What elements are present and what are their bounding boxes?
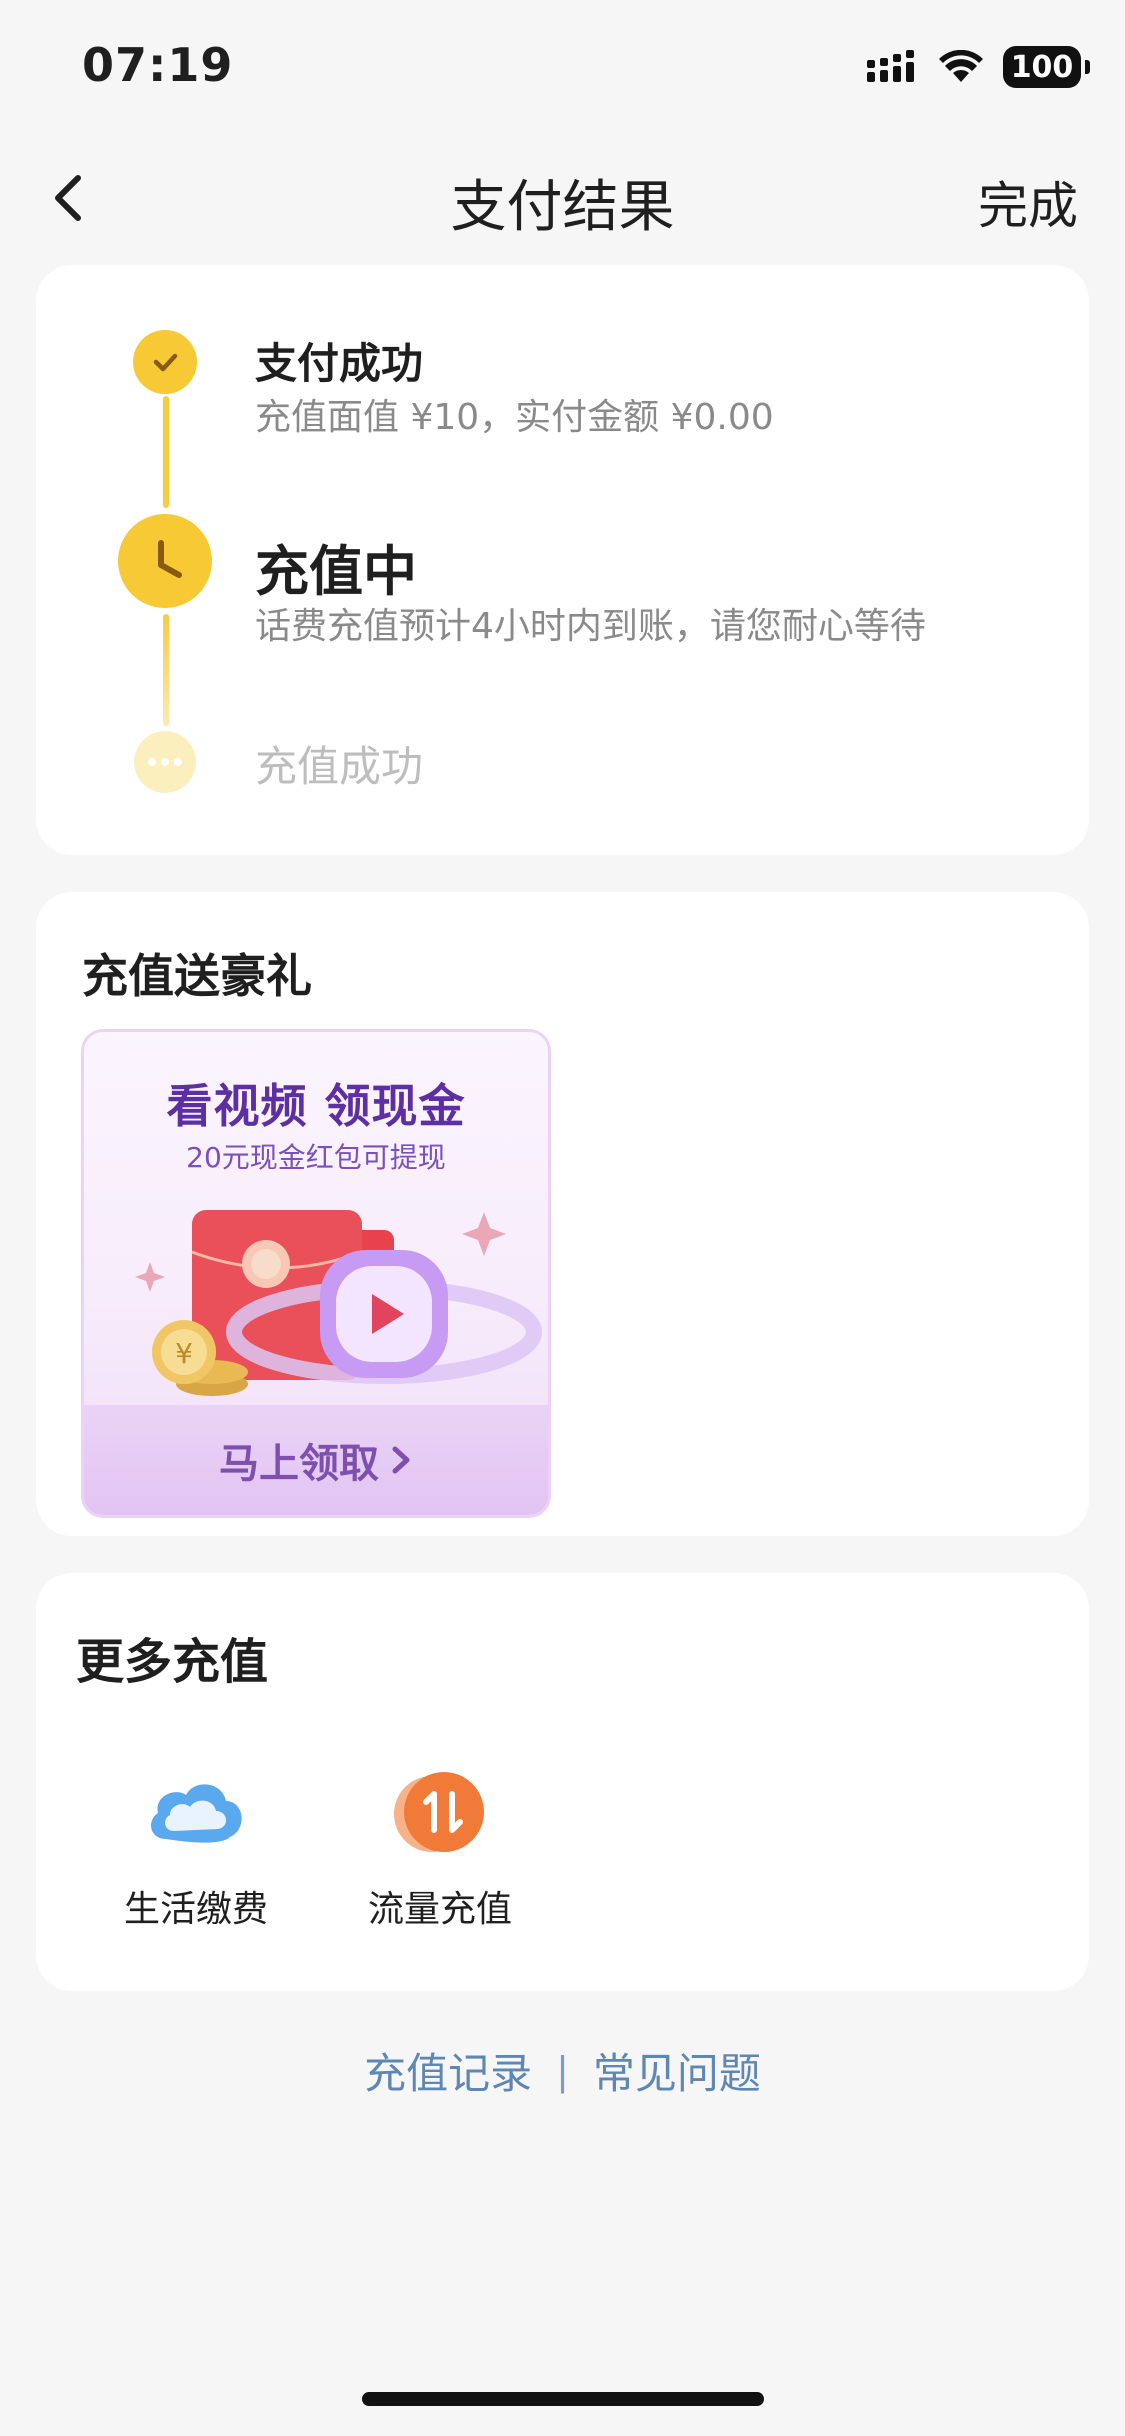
red-envelope-illustration: ¥ <box>135 1210 542 1396</box>
faq-link[interactable]: 常见问题 <box>593 2040 761 2101</box>
claim-label: 马上领取 <box>219 1441 379 1487</box>
recharge-records-link[interactable]: 充值记录 <box>364 2040 532 2101</box>
service-label: 流量充值 <box>367 1889 512 1930</box>
battery-level: 100 <box>1010 49 1074 85</box>
step-subtitle: 话费充值预计4小时内到账，请您耐心等待 <box>255 606 926 647</box>
timeline-connector <box>163 396 169 508</box>
done-button[interactable]: 完成 <box>978 166 1078 238</box>
chevron-right-icon <box>392 1446 410 1474</box>
banner-subtitle: 20元现金红包可提现 <box>186 1141 446 1174</box>
service-label: 生活缴费 <box>123 1889 268 1930</box>
step-subtitle: 充值面值 ¥10，实付金额 ¥0.00 <box>255 397 774 438</box>
clock-icon <box>118 514 212 608</box>
step-title: 充值中 <box>255 540 417 603</box>
cloud-icon <box>141 1768 251 1858</box>
footer-links: 充值记录 | 常见问题 <box>0 2040 1125 2101</box>
step-title: 充值成功 <box>255 742 424 791</box>
data-recharge-item[interactable]: 流量充值 <box>350 1768 530 1932</box>
section-heading: 充值送豪礼 <box>82 949 312 1003</box>
status-icons: 100 <box>867 44 1090 90</box>
banner-title: 看视频 领现金 <box>166 1079 466 1133</box>
more-dots-icon <box>134 731 196 793</box>
timeline-connector <box>163 614 169 726</box>
battery-icon: 100 <box>1003 46 1090 88</box>
link-separator: | <box>556 2048 569 2093</box>
check-icon <box>133 330 197 394</box>
section-heading: 更多充值 <box>76 1634 269 1690</box>
page-title: 支付结果 <box>450 175 675 240</box>
life-payment-item[interactable]: 生活缴费 <box>106 1768 286 1932</box>
promo-banner[interactable]: 看视频 领现金 20元现金红包可提现 ¥ 马上领取 <box>81 1029 551 1518</box>
svg-text:¥: ¥ <box>175 1337 193 1370</box>
status-time: 07:19 <box>82 38 234 92</box>
data-transfer-icon <box>385 1768 495 1858</box>
wifi-icon <box>939 50 983 82</box>
step-title: 支付成功 <box>255 339 424 388</box>
home-indicator[interactable] <box>362 2392 764 2406</box>
claim-button[interactable]: 马上领取 <box>84 1405 548 1515</box>
signal-icon <box>867 50 914 82</box>
